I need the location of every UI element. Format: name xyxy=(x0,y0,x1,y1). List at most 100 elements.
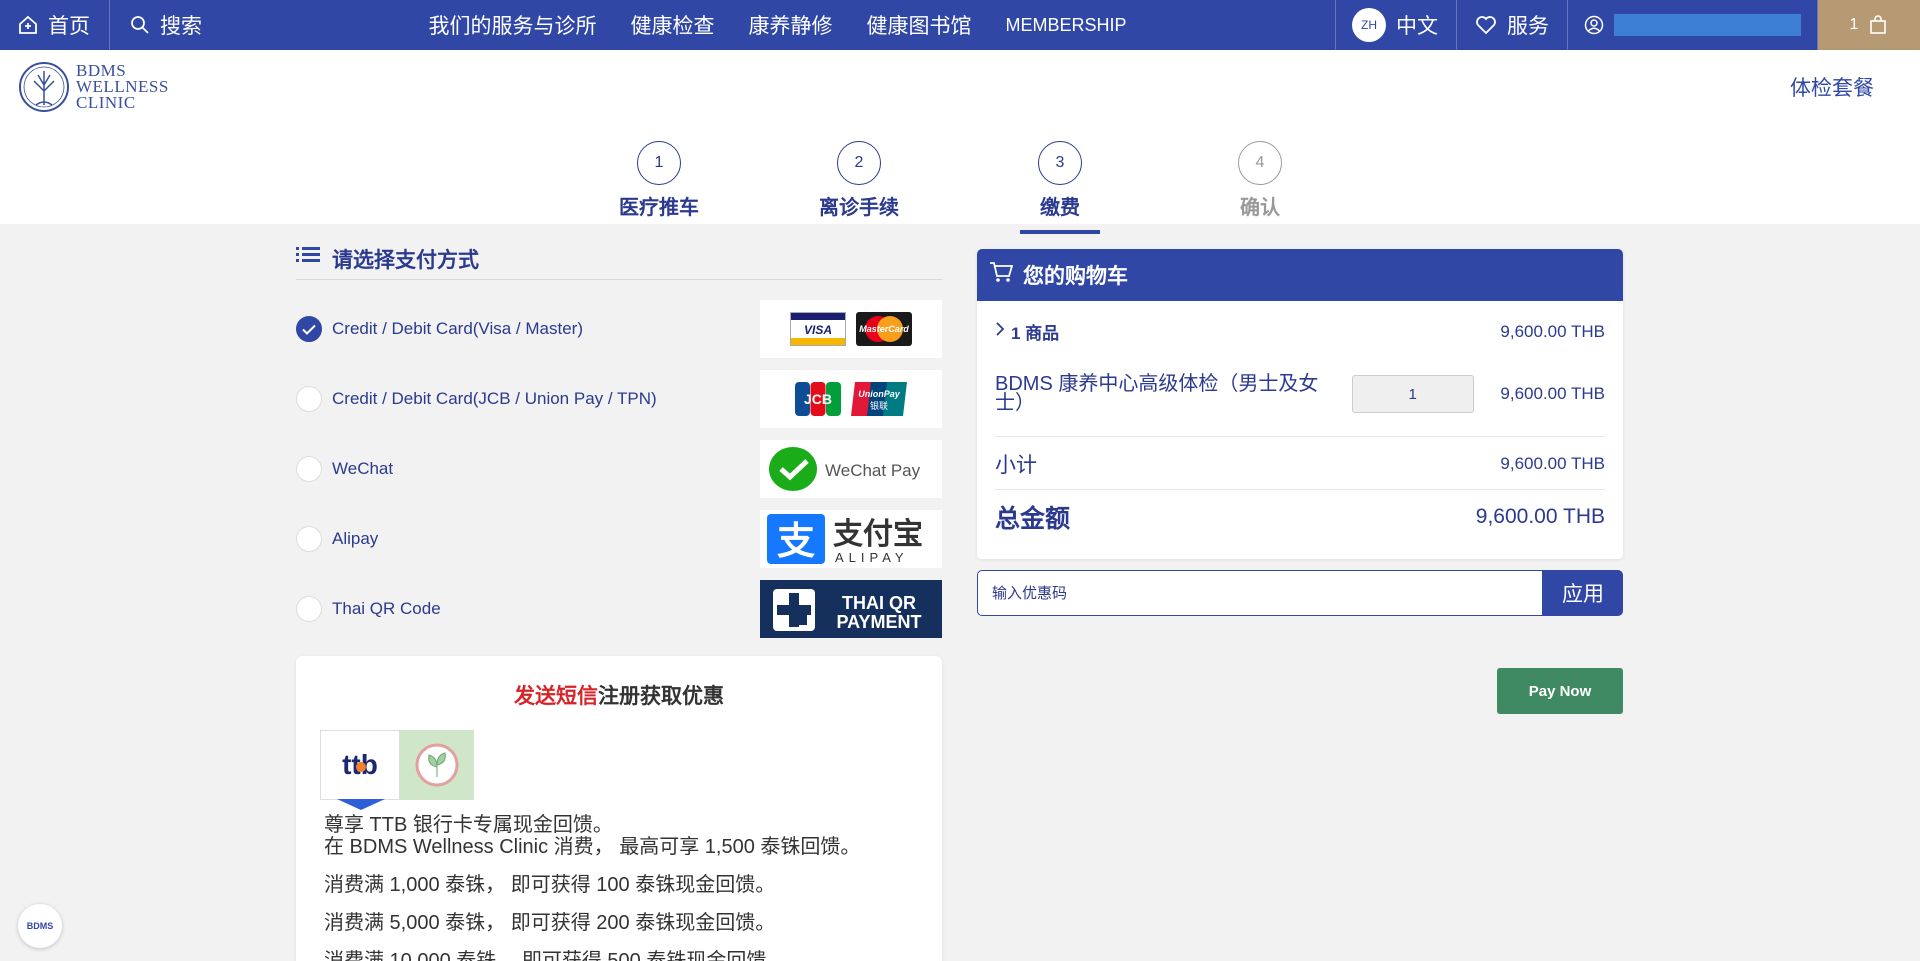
cart-items-toggle[interactable]: 1 商品 9,600.00 THB xyxy=(995,319,1605,344)
radio-unchecked[interactable] xyxy=(296,386,322,412)
cart-icon xyxy=(989,261,1014,289)
step-label: 离诊手续 xyxy=(819,197,899,219)
service-link[interactable]: 服务 xyxy=(1457,0,1568,50)
payment-option-wechat[interactable]: WeChat WeChat Pay xyxy=(296,440,942,510)
menu-item-library[interactable]: 健康图书馆 xyxy=(866,10,971,40)
wechat-pay-icon: WeChat Pay xyxy=(769,447,921,491)
svg-text:PAYMENT: PAYMENT xyxy=(836,612,921,632)
cart-title: 您的购物车 xyxy=(1023,265,1128,288)
payment-method-list: Credit / Debit Card(Visa / Master) VISA … xyxy=(296,300,942,650)
items-count-label: 1 商品 xyxy=(1011,324,1060,343)
search-icon xyxy=(130,15,150,35)
language-switcher[interactable]: ZH 中文 xyxy=(1335,0,1457,50)
user-icon xyxy=(1584,15,1604,35)
menu-item-checkup[interactable]: 健康检查 xyxy=(630,10,714,40)
visa-icon: VISA xyxy=(790,312,846,346)
total-label: 总金额 xyxy=(995,505,1071,533)
promo-title-highlight[interactable]: 发送短信 xyxy=(514,685,598,708)
radio-checked[interactable] xyxy=(296,316,322,342)
chat-badge-label: BDMS xyxy=(26,921,54,931)
cart-line-item: BDMS 康养中心高级体检（男士及女士） 1 9,600.00 THB xyxy=(995,374,1605,413)
payment-option-alipay[interactable]: Alipay 支支付宝 ALIPAY xyxy=(296,510,942,580)
svg-text:支: 支 xyxy=(777,519,815,563)
items-count: 1 商品 xyxy=(995,319,1059,344)
divider xyxy=(995,489,1605,490)
shopping-bag-icon xyxy=(1868,15,1888,35)
thai-qr-logo: THAI QR PAYMENT xyxy=(760,580,942,638)
radio-unchecked[interactable] xyxy=(296,596,322,622)
payment-option-label: Alipay xyxy=(332,529,379,548)
visa-mastercard-logo: VISA MasterCard xyxy=(760,300,942,358)
chevron-right-icon xyxy=(995,321,1005,342)
pay-now-button[interactable]: Pay Now xyxy=(1497,668,1623,714)
ttb-bank-logo[interactable]: ttb xyxy=(320,730,400,810)
svg-text:ALIPAY: ALIPAY xyxy=(835,550,909,565)
cart-button[interactable]: 1 xyxy=(1818,0,1920,50)
logo-text: BDMS WELLNESS CLINIC xyxy=(76,62,169,112)
promo-title: 发送短信注册获取优惠 xyxy=(296,680,942,710)
svg-text:WeChat Pay: WeChat Pay xyxy=(825,461,921,480)
step-checkout[interactable]: 2 离诊手续 xyxy=(794,141,924,220)
service-label: 服务 xyxy=(1507,15,1549,38)
leaf-icon xyxy=(415,743,459,787)
list-icon xyxy=(296,244,320,270)
promo-line: 在 BDMS Wellness Clinic 消费， 最高可享 1,500 泰铢… xyxy=(324,836,861,858)
svg-text:JCB: JCB xyxy=(804,391,832,407)
apply-coupon-button[interactable]: 应用 xyxy=(1543,570,1623,616)
ttb-icon: ttb xyxy=(342,750,378,780)
promo-line: 消费满 10,000 泰铢， 即可获得 500 泰铢现金回馈。 xyxy=(324,950,787,961)
radio-unchecked[interactable] xyxy=(296,456,322,482)
svg-text:THAI QR: THAI QR xyxy=(842,593,916,613)
radio-unchecked[interactable] xyxy=(296,526,322,552)
menu-item-services[interactable]: 我们的服务与诊所 xyxy=(428,10,596,40)
item-price: 9,600.00 THB xyxy=(1500,384,1605,403)
thai-qr-icon: THAI QRPAYMENT xyxy=(773,589,922,632)
kbank-logo[interactable] xyxy=(400,730,474,800)
alipay-logo: 支支付宝 ALIPAY xyxy=(760,510,942,568)
tree-logo-icon xyxy=(19,62,69,112)
home-label: 首页 xyxy=(48,15,90,38)
divider xyxy=(995,436,1605,437)
account-menu[interactable] xyxy=(1568,0,1818,50)
promo-line: 尊享 TTB 银行卡专属现金回馈。 xyxy=(324,814,613,836)
cart-count: 1 xyxy=(1849,16,1859,33)
step-cart[interactable]: 1 医疗推车 xyxy=(594,141,724,220)
search-link[interactable]: 搜索 xyxy=(110,0,220,50)
account-name-redacted xyxy=(1614,14,1801,36)
subtotal-value: 9,600.00 THB xyxy=(1500,454,1605,473)
menu-item-membership[interactable]: MEMBERSHIP xyxy=(1005,15,1126,36)
subtotal-label: 小计 xyxy=(995,454,1037,477)
step-number: 3 xyxy=(1038,141,1082,185)
checkout-steps: 1 医疗推车 2 离诊手续 3 缴费 4 确认 xyxy=(0,124,1920,234)
promo-description: 尊享 TTB 银行卡专属现金回馈。 在 BDMS Wellness Clinic… xyxy=(324,814,860,961)
svg-text:支付宝: 支付宝 xyxy=(833,517,923,552)
coupon-input[interactable] xyxy=(977,570,1543,616)
subtotal-row: 小计 9,600.00 THB xyxy=(995,449,1605,479)
step-number: 4 xyxy=(1238,141,1282,185)
package-link[interactable]: 体检套餐 xyxy=(1790,72,1874,102)
payment-option-label: Thai QR Code xyxy=(332,599,441,618)
total-row: 总金额 9,600.00 THB xyxy=(995,499,1605,535)
home-icon xyxy=(18,15,38,35)
menu-item-retreat[interactable]: 康养静修 xyxy=(748,10,832,40)
payment-option-label: Credit / Debit Card(JCB / Union Pay / TP… xyxy=(332,389,657,408)
payment-option-jcb-unionpay[interactable]: Credit / Debit Card(JCB / Union Pay / TP… xyxy=(296,370,942,440)
payment-title: 请选择支付方式 xyxy=(332,249,479,272)
search-label: 搜索 xyxy=(160,15,202,38)
svg-text:VISA: VISA xyxy=(804,323,832,337)
chat-widget-button[interactable]: BDMS xyxy=(18,904,62,948)
logo-line-3: CLINIC xyxy=(76,93,136,112)
main-menu: 我们的服务与诊所 健康检查 康养静修 健康图书馆 MEMBERSHIP xyxy=(220,0,1335,50)
jcb-unionpay-logo: JCB UnionPay 银联 xyxy=(760,370,942,428)
home-link[interactable]: 首页 xyxy=(0,0,110,50)
step-label: 医疗推车 xyxy=(619,197,699,219)
step-payment[interactable]: 3 缴费 xyxy=(995,141,1125,234)
bank-logos: ttb xyxy=(320,730,474,810)
payment-method-heading: 请选择支付方式 xyxy=(296,244,942,280)
payment-option-visa-master[interactable]: Credit / Debit Card(Visa / Master) VISA … xyxy=(296,300,942,370)
quantity-field[interactable]: 1 xyxy=(1351,375,1474,413)
payment-option-thai-qr[interactable]: Thai QR Code THAI QR PAYMENT xyxy=(296,580,942,650)
sms-promo-card: 发送短信注册获取优惠 ttb 尊享 TTB 银行卡专属现金回馈。 在 BDMS … xyxy=(296,656,942,961)
bdms-logo[interactable]: BDMS WELLNESS CLINIC xyxy=(16,61,169,113)
coupon-form: 应用 xyxy=(977,570,1623,616)
